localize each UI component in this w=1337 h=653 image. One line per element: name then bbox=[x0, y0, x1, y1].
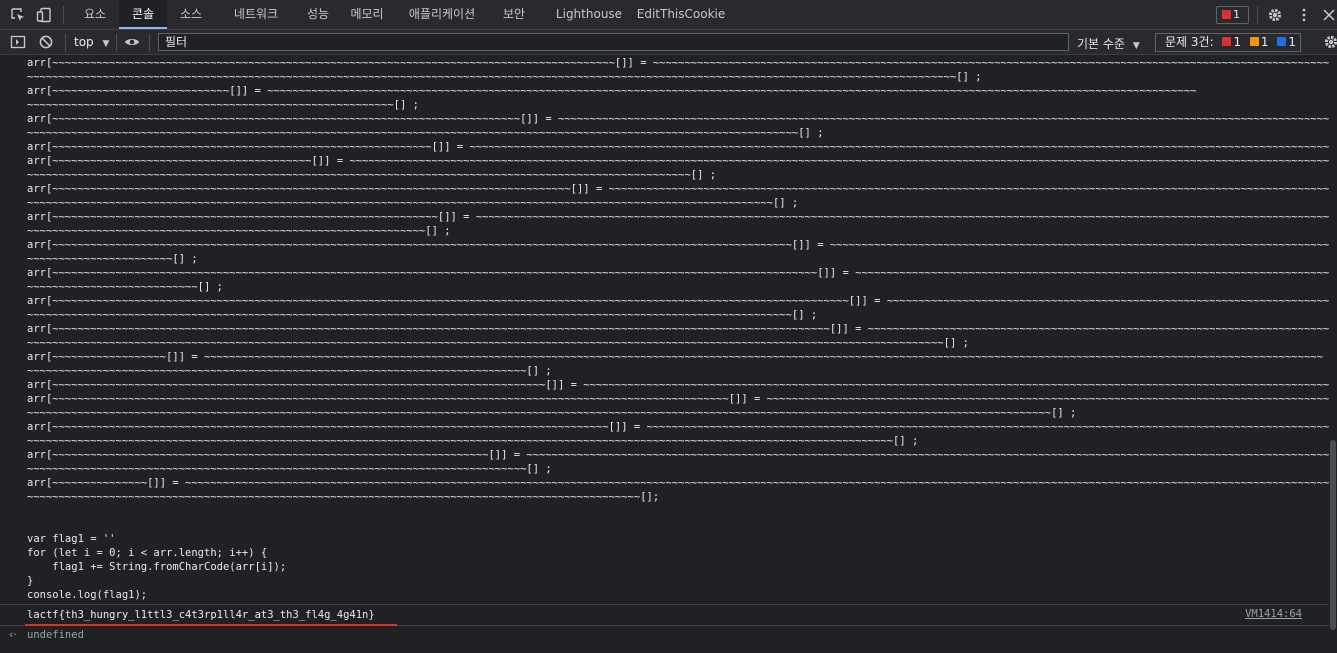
issue-error-count: 1 bbox=[1233, 35, 1242, 49]
tab-security[interactable]: 보안 bbox=[492, 0, 536, 29]
issue-warning-icon bbox=[1249, 37, 1259, 46]
chevron-down-icon: ▼ bbox=[102, 39, 110, 49]
toolbar-divider bbox=[149, 34, 150, 52]
close-icon[interactable] bbox=[1321, 7, 1337, 23]
issue-info-count: 1 bbox=[1288, 35, 1297, 49]
log-levels-label: 기본 수준 bbox=[1077, 37, 1125, 51]
issues-counter-button[interactable]: 문제 3건: 1 1 1 bbox=[1155, 33, 1301, 52]
tabbar-divider bbox=[1257, 6, 1258, 24]
inspect-element-icon[interactable] bbox=[10, 7, 26, 23]
tab-application[interactable]: 애플리케이션 bbox=[398, 0, 486, 29]
chevron-down-icon: ▼ bbox=[1132, 41, 1140, 51]
device-toolbar-icon[interactable] bbox=[36, 7, 52, 23]
console-settings-gear-icon[interactable] bbox=[1323, 34, 1337, 50]
context-selector[interactable]: top ▼ bbox=[74, 35, 109, 49]
console-log-message: lactf{th3_hungry_l1ttl3_c4t3rp1ll4r_at3_… bbox=[0, 604, 1329, 626]
tab-sources[interactable]: 소스 bbox=[169, 0, 213, 29]
tab-console[interactable]: 콘솔 bbox=[119, 0, 167, 29]
tab-memory[interactable]: 메모리 bbox=[340, 0, 394, 29]
more-options-icon[interactable] bbox=[1296, 7, 1312, 23]
tab-performance[interactable]: 성능 bbox=[296, 0, 340, 29]
devtools-tabbar: 요소 콘솔 소스 네트워크 성능 메모리 애플리케이션 보안 Lighthous… bbox=[0, 0, 1337, 30]
console-input-echo: arr[~~~~~~~~~~~~~~~~~~~~~~~~~~~~~~~~~~~~… bbox=[27, 57, 1329, 601]
scrollbar-thumb[interactable] bbox=[1330, 440, 1336, 630]
issue-info-icon bbox=[1277, 37, 1287, 46]
issues-label: 문제 3건: bbox=[1165, 35, 1214, 49]
toolbar-divider bbox=[116, 34, 117, 52]
tab-network[interactable]: 네트워크 bbox=[216, 0, 296, 29]
log-levels-dropdown[interactable]: 기본 수준 ▼ bbox=[1077, 35, 1140, 52]
tab-editthiscookie[interactable]: EditThisCookie bbox=[634, 0, 728, 29]
filter-input[interactable]: 필터 bbox=[158, 33, 1069, 51]
toolbar-divider bbox=[65, 34, 66, 52]
tab-lighthouse[interactable]: Lighthouse bbox=[550, 0, 628, 29]
clear-console-icon[interactable] bbox=[38, 34, 54, 50]
tab-elements[interactable]: 요소 bbox=[73, 0, 117, 29]
error-icon bbox=[1222, 9, 1231, 19]
show-sidebar-icon[interactable] bbox=[10, 34, 26, 50]
tabbar-divider bbox=[63, 6, 64, 24]
error-count-badge[interactable]: 1 bbox=[1216, 6, 1249, 24]
console-return-value: ‹· undefined bbox=[0, 626, 1329, 646]
context-label: top bbox=[74, 35, 94, 49]
console-toolbar: top ▼ 필터 기본 수준 ▼ 문제 3건: 1 1 1 bbox=[0, 30, 1337, 55]
error-count: 1 bbox=[1233, 8, 1240, 21]
issue-warning-count: 1 bbox=[1260, 35, 1269, 49]
return-arrow-icon: ‹· bbox=[9, 628, 17, 641]
console-messages[interactable]: arr[~~~~~~~~~~~~~~~~~~~~~~~~~~~~~~~~~~~~… bbox=[0, 55, 1329, 653]
issue-error-icon bbox=[1222, 37, 1232, 46]
source-link[interactable]: VM1414:64 bbox=[1245, 608, 1302, 620]
settings-gear-icon[interactable] bbox=[1267, 7, 1283, 23]
live-expression-eye-icon[interactable] bbox=[124, 34, 140, 50]
log-output-text: lactf{th3_hungry_l1ttl3_c4t3rp1ll4r_at3_… bbox=[27, 609, 375, 621]
return-value-text: undefined bbox=[27, 629, 84, 641]
